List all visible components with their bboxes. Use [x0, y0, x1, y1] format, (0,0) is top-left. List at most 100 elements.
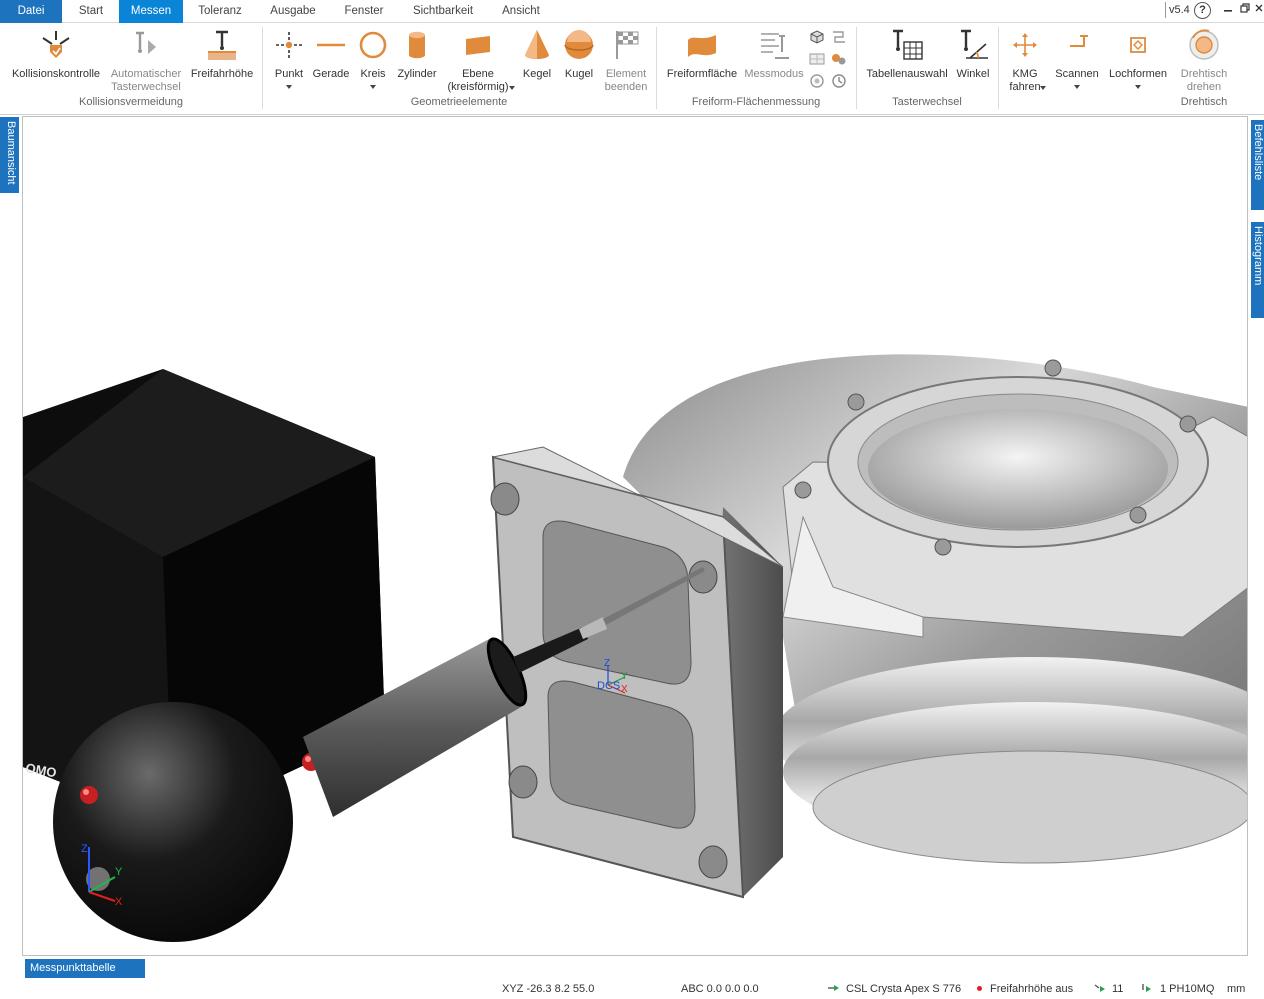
ebene-label: Ebene	[462, 68, 494, 80]
measure-mode-icon	[761, 33, 789, 59]
chevron-down-icon[interactable]	[1135, 85, 1141, 89]
freiformflaeche-label: Freiformfläche	[666, 68, 738, 80]
gear-cluster-icon[interactable]	[830, 51, 848, 67]
automatischer-tasterwechsel-button[interactable]: Automatischer Tasterwechsel	[108, 25, 184, 97]
minimize-ribbon-icon[interactable]	[1219, 2, 1236, 19]
ebene-button[interactable]: Ebene (kreisförmig)	[440, 25, 516, 97]
kreis-button[interactable]: Kreis	[352, 25, 394, 97]
hole-shapes-icon	[1130, 37, 1146, 53]
element-beenden-button[interactable]: Element beenden	[600, 25, 652, 97]
scan-icon	[1070, 35, 1088, 47]
group-tasterwechsel: Tasterwechsel	[892, 96, 962, 108]
sidetab-baumansicht-label: Baumansicht	[5, 121, 17, 185]
clearance-off-icon	[977, 986, 982, 991]
tab-toleranz[interactable]: Toleranz	[190, 0, 250, 23]
plane-icon	[466, 36, 490, 55]
freeform-surface-icon	[688, 35, 716, 57]
gerade-button[interactable]: Gerade	[310, 25, 352, 97]
winkel-button[interactable]: Winkel	[952, 25, 994, 97]
messpunkttabelle-tab[interactable]: Messpunkttabelle	[25, 959, 145, 978]
winkel-label: Winkel	[956, 68, 990, 80]
group-drehtisch: Drehtisch	[1180, 96, 1228, 108]
tabellenauswahl-label: Tabellenauswahl	[866, 68, 948, 80]
turbo-icon[interactable]	[808, 73, 826, 89]
machine-connected-icon	[828, 985, 839, 991]
kugel-button[interactable]: Kugel	[558, 25, 600, 97]
cmm-move-icon	[1013, 33, 1037, 57]
freifahrhoehe-button[interactable]: Freifahrhöhe	[186, 25, 258, 97]
kreis-label: Kreis	[360, 68, 386, 80]
dcs-x-label: X	[621, 684, 628, 695]
kollisionskontrolle-label: Kollisionskontrolle	[11, 68, 101, 80]
scannen-button[interactable]: Scannen	[1052, 25, 1102, 97]
sidetab-befehlsliste[interactable]: Befehlsliste	[1251, 120, 1264, 210]
status-probe: 1 PH10MQ	[1142, 983, 1214, 995]
timer-icon[interactable]	[830, 73, 848, 89]
finish-flag-icon	[616, 31, 639, 59]
scannen-label: Scannen	[1055, 68, 1099, 80]
status-bar: XYZ -26.3 8.2 55.0 ABC 0.0 0.0 0.0 CSL C…	[0, 980, 1264, 999]
punkt-button[interactable]: Punkt	[268, 25, 310, 97]
tab-fenster[interactable]: Fenster	[336, 0, 392, 23]
cylinder-icon	[409, 31, 425, 59]
probe-icon	[1142, 984, 1151, 992]
help-icon[interactable]: ?	[1194, 2, 1211, 19]
tab-start[interactable]: Start	[70, 0, 112, 23]
beenden-label: beenden	[604, 81, 648, 93]
status-count-label: 11	[1112, 983, 1124, 995]
sidetab-histogramm-label: Histogramm	[1252, 226, 1264, 286]
probe-head: OMO	[23, 369, 385, 942]
kmg-label: KMG	[1012, 68, 1038, 80]
tab-sichtbarkeit[interactable]: Sichtbarkeit	[404, 0, 482, 23]
clearance-height-icon	[208, 30, 236, 60]
status-machine: CSL Crysta Apex S 776	[828, 983, 961, 995]
status-unit: mm	[1227, 983, 1246, 995]
tab-messen[interactable]: Messen	[119, 0, 183, 23]
triad-x-label: X	[115, 896, 123, 908]
messmodus-button[interactable]: Messmodus	[742, 25, 806, 97]
tab-ansicht[interactable]: Ansicht	[492, 0, 550, 23]
lochformen-label: Lochformen	[1108, 68, 1168, 80]
chevron-down-icon[interactable]	[286, 85, 292, 89]
drehtisch-drehen-button[interactable]: Drehtisch drehen	[1174, 25, 1234, 97]
chevron-down-icon[interactable]	[509, 86, 515, 90]
kegel-button[interactable]: Kegel	[516, 25, 558, 97]
surface-grid-icon[interactable]	[808, 51, 826, 67]
status-machine-label: CSL Crysta Apex S 776	[846, 983, 962, 995]
tabellenauswahl-button[interactable]: Tabellenauswahl	[862, 25, 952, 97]
sidetab-baumansicht[interactable]: Baumansicht	[0, 117, 19, 193]
element-label: Element	[605, 68, 647, 80]
punkt-label: Punkt	[274, 68, 304, 80]
zylinder-button[interactable]: Zylinder	[394, 25, 440, 97]
cube-scan-icon[interactable]	[808, 29, 826, 45]
group-freiform-flaechenmessung: Freiform-Flächenmessung	[691, 96, 821, 108]
group-separator	[998, 27, 999, 109]
triad-y-label: Y	[115, 866, 123, 878]
path-icon[interactable]	[830, 29, 848, 45]
cone-icon	[525, 30, 549, 59]
status-xyz: XYZ -26.3 8.2 55.0	[502, 983, 595, 995]
dcs-z-label: Z	[604, 658, 610, 669]
freifahrhoehe-label: Freifahrhöhe	[190, 68, 254, 80]
tab-datei[interactable]: Datei	[0, 0, 62, 23]
probe-count-icon	[1094, 984, 1105, 992]
kmg-fahren-button[interactable]: KMG fahren	[1002, 25, 1048, 97]
menu-bar: Datei Start Messen Toleranz Ausgabe Fens…	[0, 0, 1264, 23]
chevron-down-icon[interactable]	[1040, 86, 1046, 90]
dcs-label: DCS	[597, 680, 620, 692]
ribbon: Kollisionskontrolle Automatischer Taster…	[0, 23, 1264, 115]
close-window-icon[interactable]	[1250, 2, 1264, 19]
chevron-down-icon[interactable]	[370, 85, 376, 89]
3d-viewport[interactable]: OMO Z Y X DCS Z Y X	[22, 116, 1248, 956]
chevron-down-icon[interactable]	[1074, 85, 1080, 89]
circle-icon	[359, 31, 387, 59]
sidetab-histogramm[interactable]: Histogramm	[1251, 222, 1264, 318]
messmodus-label: Messmodus	[744, 68, 804, 80]
zylinder-label: Zylinder	[397, 68, 437, 80]
tab-ausgabe[interactable]: Ausgabe	[262, 0, 324, 23]
kollisionskontrolle-button[interactable]: Kollisionskontrolle	[4, 25, 108, 97]
scene-canvas[interactable]: OMO Z Y X DCS Z Y X	[23, 117, 1248, 956]
lochformen-button[interactable]: Lochformen	[1104, 25, 1172, 97]
freiformflaeche-button[interactable]: Freiformfläche	[662, 25, 742, 97]
group-kollisionsvermeidung: Kollisionsvermeidung	[79, 96, 183, 108]
